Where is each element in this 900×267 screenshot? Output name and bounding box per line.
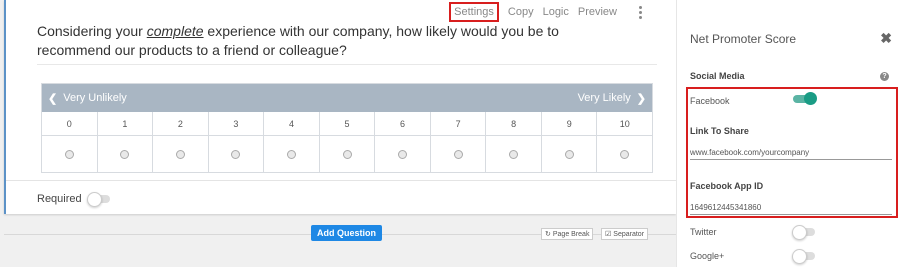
nps-number: 9 xyxy=(542,112,598,135)
add-question-button[interactable]: Add Question xyxy=(311,225,382,241)
checkbox-icon: ☑ xyxy=(605,231,612,238)
nps-header: ❮ Very Unlikely Very Likely ❯ xyxy=(42,84,652,112)
twitter-label: Twitter xyxy=(690,227,717,237)
settings-panel: Net Promoter Score ✖ Social Media ? Face… xyxy=(676,0,900,267)
radio-8[interactable] xyxy=(509,149,519,159)
nps-number-row: 0 1 2 3 4 5 6 7 8 9 10 xyxy=(42,112,652,136)
nps-left-text: Very Unlikely xyxy=(63,92,127,104)
preview-button[interactable]: Preview xyxy=(578,6,617,18)
link-to-share-input[interactable]: www.facebook.com/yourcompany xyxy=(690,145,892,160)
question-text-part: Considering your xyxy=(37,23,147,39)
google-plus-toggle[interactable] xyxy=(792,249,815,264)
question-underline xyxy=(37,64,657,65)
nps-radio-cell xyxy=(209,136,265,172)
question-emphasis: complete xyxy=(146,23,204,39)
question-toolbar: Settings Copy Logic Preview xyxy=(449,2,640,22)
required-row: Required xyxy=(37,192,110,207)
nps-number: 3 xyxy=(209,112,265,135)
radio-0[interactable] xyxy=(64,149,74,159)
nps-radio-cell xyxy=(597,136,652,172)
editor-area: Settings Copy Logic Preview Considering … xyxy=(0,0,676,267)
nps-radio-cell xyxy=(486,136,542,172)
nps-number: 8 xyxy=(486,112,542,135)
required-label: Required xyxy=(37,193,82,205)
radio-2[interactable] xyxy=(175,149,185,159)
radio-9[interactable] xyxy=(564,149,574,159)
copy-button[interactable]: Copy xyxy=(508,6,534,18)
google-plus-label: Google+ xyxy=(690,251,725,261)
radio-4[interactable] xyxy=(286,149,296,159)
page-break-icon: ↻ xyxy=(545,231,551,238)
close-icon[interactable]: ✖ xyxy=(880,30,892,47)
facebook-toggle[interactable] xyxy=(793,92,817,105)
nps-radio-cell xyxy=(320,136,376,172)
nps-number: 10 xyxy=(619,118,630,129)
nps-radio-cell xyxy=(264,136,320,172)
nps-right-text: Very Likely xyxy=(577,92,631,104)
radio-10[interactable] xyxy=(620,149,630,159)
nps-left-label: ❮ Very Unlikely xyxy=(48,92,127,105)
page-break-button[interactable]: ↻ Page Break xyxy=(541,228,594,240)
radio-5[interactable] xyxy=(342,149,352,159)
twitter-toggle[interactable] xyxy=(792,225,815,240)
radio-3[interactable] xyxy=(231,149,241,159)
nps-radio-cell xyxy=(42,136,98,172)
nps-radio-cell xyxy=(98,136,154,172)
help-icon[interactable]: ? xyxy=(880,72,889,81)
nps-radio-cell xyxy=(153,136,209,172)
nps-radio-cell xyxy=(542,136,598,172)
facebook-app-id-label: Facebook App ID xyxy=(690,181,764,191)
nps-number: 2 xyxy=(153,112,209,135)
required-toggle[interactable] xyxy=(86,192,110,207)
facebook-app-id-input[interactable]: 1649612445341860 xyxy=(690,200,892,215)
panel-title: Net Promoter Score xyxy=(690,32,797,46)
chevron-right-icon: ❯ xyxy=(636,92,646,105)
link-to-share-label: Link To Share xyxy=(690,126,749,136)
nps-right-label: Very Likely ❯ xyxy=(578,92,646,105)
nps-number: 6 xyxy=(375,112,431,135)
nps-radio-cell xyxy=(431,136,487,172)
nps-number: 5 xyxy=(320,112,376,135)
section-title: Social Media xyxy=(690,71,745,81)
nps-number: 4 xyxy=(264,112,320,135)
nps-number: 0 xyxy=(42,112,98,135)
nps-scale: ❮ Very Unlikely Very Likely ❯ 0 1 2 3 4 … xyxy=(41,83,653,173)
nps-number: 7 xyxy=(431,112,487,135)
settings-button[interactable]: Settings xyxy=(449,2,499,22)
radio-7[interactable] xyxy=(453,149,463,159)
survey-editor-screen: Settings Copy Logic Preview Considering … xyxy=(0,0,900,267)
nps-radio-row xyxy=(42,136,652,172)
kebab-menu-icon[interactable] xyxy=(634,3,646,21)
radio-6[interactable] xyxy=(398,149,408,159)
chevron-left-icon: ❮ xyxy=(48,92,58,105)
nps-radio-cell xyxy=(375,136,431,172)
facebook-label: Facebook xyxy=(690,96,730,106)
page-break-label: Page Break xyxy=(552,230,590,238)
radio-1[interactable] xyxy=(120,149,130,159)
card-divider xyxy=(6,180,676,181)
question-text[interactable]: Considering your complete experience wit… xyxy=(37,22,627,60)
logic-button[interactable]: Logic xyxy=(543,6,569,18)
question-card[interactable]: Settings Copy Logic Preview Considering … xyxy=(4,0,676,214)
nps-number: 1 xyxy=(98,112,154,135)
separator-button[interactable]: ☑ Separator xyxy=(601,228,649,240)
separator-label: Separator xyxy=(613,230,645,238)
